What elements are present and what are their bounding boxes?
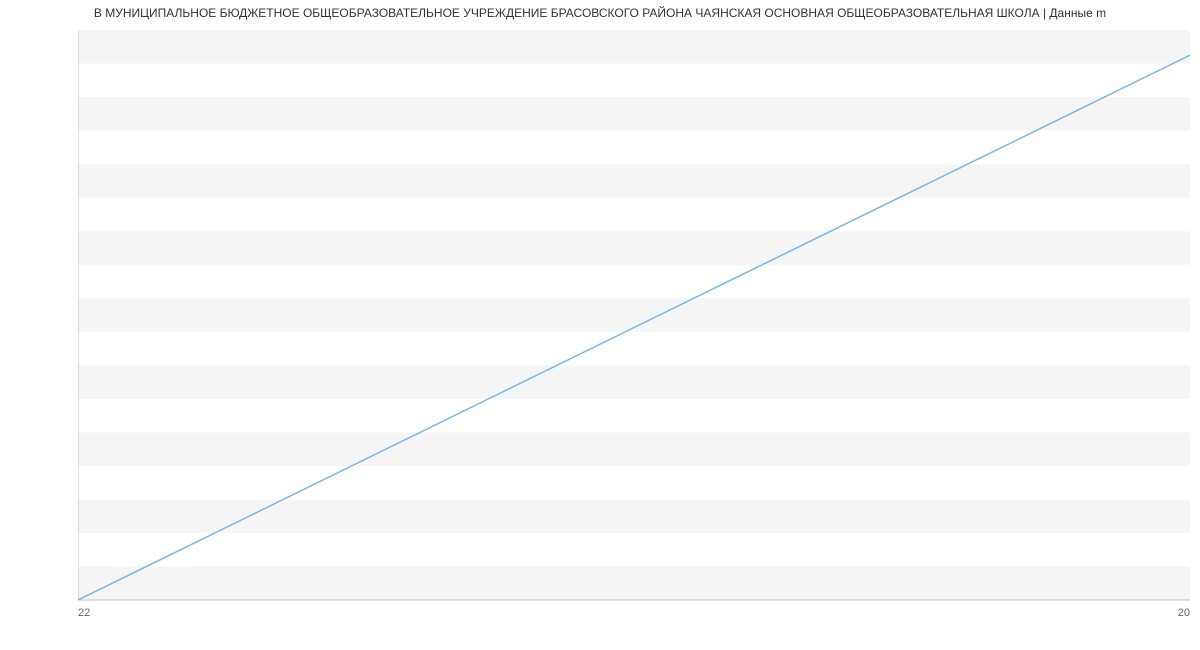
grid-band bbox=[78, 231, 1190, 265]
chart-svg: 1600016200164001660016800170001720017400… bbox=[78, 30, 1190, 630]
grid-band bbox=[78, 30, 1190, 64]
chart-plot-area: 1600016200164001660016800170001720017400… bbox=[78, 30, 1190, 600]
grid-band bbox=[78, 466, 1190, 500]
grid-band bbox=[78, 265, 1190, 299]
grid-band bbox=[78, 365, 1190, 399]
grid-band bbox=[78, 131, 1190, 165]
x-tick-label: 2024 bbox=[1178, 607, 1190, 619]
grid-band bbox=[78, 533, 1190, 567]
grid-band bbox=[78, 432, 1190, 466]
grid-band bbox=[78, 198, 1190, 232]
grid-band bbox=[78, 164, 1190, 198]
grid-band bbox=[78, 64, 1190, 98]
grid-band bbox=[78, 566, 1190, 600]
x-tick-label: 2022 bbox=[78, 607, 90, 619]
grid-band bbox=[78, 298, 1190, 332]
chart-title: В МУНИЦИПАЛЬНОЕ БЮДЖЕТНОЕ ОБЩЕОБРАЗОВАТЕ… bbox=[0, 0, 1200, 20]
grid-band bbox=[78, 399, 1190, 433]
grid-band bbox=[78, 499, 1190, 533]
grid-band bbox=[78, 97, 1190, 131]
grid-band bbox=[78, 332, 1190, 366]
